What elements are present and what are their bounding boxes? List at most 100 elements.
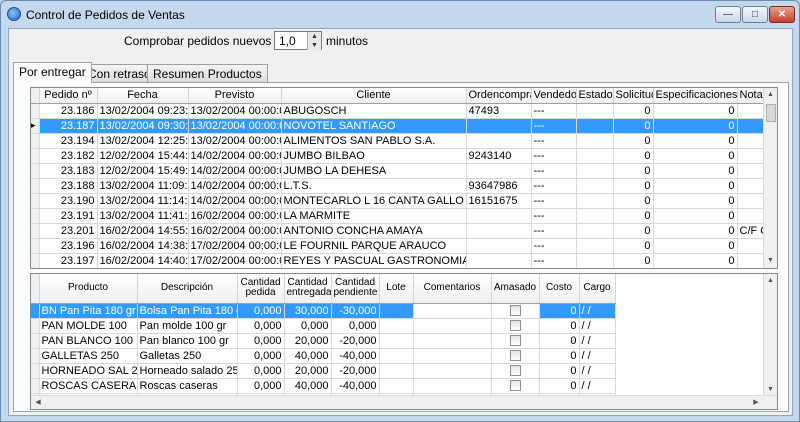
orders-row[interactable]: 23.19413/02/2004 12:25:0413/02/2004 00:0… (31, 133, 768, 149)
products-row[interactable]: PAN MOLDE 100 Pan molde 100 gr 0,000 0,000 0… (31, 318, 616, 334)
orders-cell[interactable] (466, 223, 532, 239)
orders-cell[interactable]: 23.191 (39, 208, 98, 224)
products-cell[interactable]: GALLETAS 250 (39, 348, 138, 364)
products-cell[interactable] (412, 302, 492, 319)
orders-cell[interactable]: 12/02/2004 15:49:09 (97, 163, 189, 179)
orders-cell[interactable]: 13/02/2004 12:25:04 (97, 133, 189, 149)
orders-cell[interactable]: 13/02/2004 00:00:00 (188, 103, 282, 119)
orders-cell[interactable]: 47493 (466, 103, 532, 119)
products-column-header[interactable]: Descripción (137, 274, 238, 304)
maximize-button[interactable]: □ (742, 6, 768, 23)
products-grid[interactable]: Producto Descripción Cantidad pedida Cantid… (30, 273, 778, 410)
products-horizontal-scrollbar[interactable]: ◀ ▶ (31, 395, 777, 409)
orders-cell[interactable] (466, 238, 532, 254)
products-cell[interactable]: 0,000 (284, 318, 332, 334)
products-cell[interactable]: / / (579, 363, 616, 379)
products-cell[interactable]: Pan molde 100 gr (137, 318, 238, 334)
products-cell[interactable]: 0 (539, 378, 580, 394)
orders-column-header[interactable]: Estado (576, 88, 614, 104)
orders-column-header[interactable]: Vendedor (531, 88, 577, 104)
orders-column-header[interactable]: Solicitud (613, 88, 654, 104)
orders-cell[interactable]: ANTONIO CONCHA AMAYA (281, 223, 467, 239)
orders-column-header[interactable]: Cliente (281, 88, 467, 104)
orders-cell[interactable]: 0 (613, 223, 654, 239)
orders-cell[interactable]: --- (531, 133, 577, 149)
orders-cell[interactable]: 0 (653, 103, 738, 119)
products-column-header[interactable]: Producto (39, 274, 138, 304)
products-cell[interactable] (379, 348, 414, 364)
orders-row[interactable]: 23.19616/02/2004 14:38:4917/02/2004 00:0… (31, 238, 768, 254)
products-cell[interactable]: / / (579, 378, 616, 394)
amasado-checkbox[interactable] (509, 335, 521, 347)
orders-cell[interactable]: --- (531, 103, 577, 119)
orders-cell[interactable]: --- (531, 193, 577, 209)
orders-cell[interactable]: 13/02/2004 00:00:00 (188, 118, 282, 134)
products-column-header[interactable]: Costo (539, 274, 580, 304)
orders-cell[interactable]: L.T.S. (281, 178, 467, 194)
orders-cell[interactable]: ABUGOSCH (281, 103, 467, 119)
products-cell[interactable] (491, 318, 540, 334)
products-cell[interactable] (379, 303, 414, 319)
orders-cell[interactable]: 0 (613, 163, 654, 179)
orders-cell[interactable]: 13/02/2004 00:00:00 (188, 133, 282, 149)
orders-column-header[interactable]: Previsto (188, 88, 282, 104)
products-cell[interactable] (379, 333, 414, 349)
spin-up-icon[interactable]: ▲ (307, 32, 321, 41)
orders-cell[interactable]: 0 (613, 133, 654, 149)
orders-row[interactable]: 23.20116/02/2004 14:55:3916/02/2004 00:0… (31, 223, 768, 239)
amasado-checkbox[interactable] (509, 305, 521, 317)
orders-cell[interactable] (576, 223, 614, 239)
orders-cell[interactable]: 14/02/2004 00:00:00 (188, 148, 282, 164)
scroll-right-icon[interactable]: ▶ (749, 396, 763, 409)
poll-interval-spinner[interactable]: 1,0 ▲ ▼ (274, 31, 322, 50)
orders-cell[interactable]: 23.188 (39, 178, 98, 194)
orders-cell[interactable] (466, 133, 532, 149)
products-cell[interactable]: 0,000 (237, 303, 285, 319)
orders-cell[interactable]: --- (531, 178, 577, 194)
orders-cell[interactable]: 0 (653, 253, 738, 268)
orders-cell[interactable]: 0 (653, 133, 738, 149)
orders-cell[interactable]: 23.187 (39, 118, 98, 134)
orders-cell[interactable]: 13/02/2004 11:09:12 (97, 178, 189, 194)
orders-cell[interactable]: 14/02/2004 00:00:00 (188, 178, 282, 194)
amasado-checkbox[interactable] (509, 350, 521, 362)
orders-cell[interactable]: 16/02/2004 14:40:37 (97, 253, 189, 268)
orders-row[interactable]: 23.19716/02/2004 14:40:3717/02/2004 00:0… (31, 253, 768, 268)
orders-cell[interactable]: 0 (653, 193, 738, 209)
orders-cell[interactable]: 0 (653, 238, 738, 254)
orders-row[interactable]: 23.19113/02/2004 11:41:1516/02/2004 00:0… (31, 208, 768, 224)
orders-cell[interactable]: 23.197 (39, 253, 98, 268)
products-cell[interactable]: -40,000 (331, 348, 380, 364)
orders-cell[interactable] (576, 148, 614, 164)
orders-cell[interactable]: 0 (613, 208, 654, 224)
orders-cell[interactable]: --- (531, 223, 577, 239)
tab-resumen-productos[interactable]: Resumen Productos (147, 64, 268, 82)
products-cell[interactable]: / / (579, 333, 616, 349)
poll-interval-value[interactable]: 1,0 (279, 34, 296, 48)
orders-cell[interactable]: 23.196 (39, 238, 98, 254)
orders-cell[interactable]: 0 (653, 163, 738, 179)
orders-cell[interactable]: LA MARMITE (281, 208, 467, 224)
orders-cell[interactable] (576, 238, 614, 254)
products-cell[interactable]: 0,000 (331, 318, 380, 334)
orders-cell[interactable]: 0 (653, 223, 738, 239)
tab-con-retraso[interactable]: Con retraso (82, 64, 157, 82)
products-cell[interactable]: / / (579, 303, 616, 319)
orders-cell[interactable]: 0 (613, 118, 654, 134)
orders-cell[interactable]: --- (531, 238, 577, 254)
orders-cell[interactable] (576, 193, 614, 209)
orders-cell[interactable]: 16/02/2004 00:00:00 (188, 208, 282, 224)
orders-row[interactable]: 23.18212/02/2004 15:44:2414/02/2004 00:0… (31, 148, 768, 164)
orders-cell[interactable]: LE FOURNIL PARQUE ARAUCO (281, 238, 467, 254)
products-row[interactable]: GALLETAS 250 Galletas 250 0,000 40,000 -40,0… (31, 348, 616, 364)
orders-cell[interactable]: 12/02/2004 15:44:24 (97, 148, 189, 164)
scroll-down-icon[interactable]: ▼ (764, 254, 777, 268)
amasado-checkbox[interactable] (509, 320, 521, 332)
orders-cell[interactable]: --- (531, 148, 577, 164)
orders-column-header[interactable]: Especificaciones_ (653, 88, 738, 104)
products-cell[interactable]: 30,000 (284, 303, 332, 319)
orders-cell[interactable]: 14/02/2004 00:00:00 (188, 193, 282, 209)
products-cell[interactable] (413, 378, 492, 394)
orders-cell[interactable] (576, 178, 614, 194)
orders-vertical-scrollbar[interactable]: ▲ ▼ (763, 88, 777, 268)
